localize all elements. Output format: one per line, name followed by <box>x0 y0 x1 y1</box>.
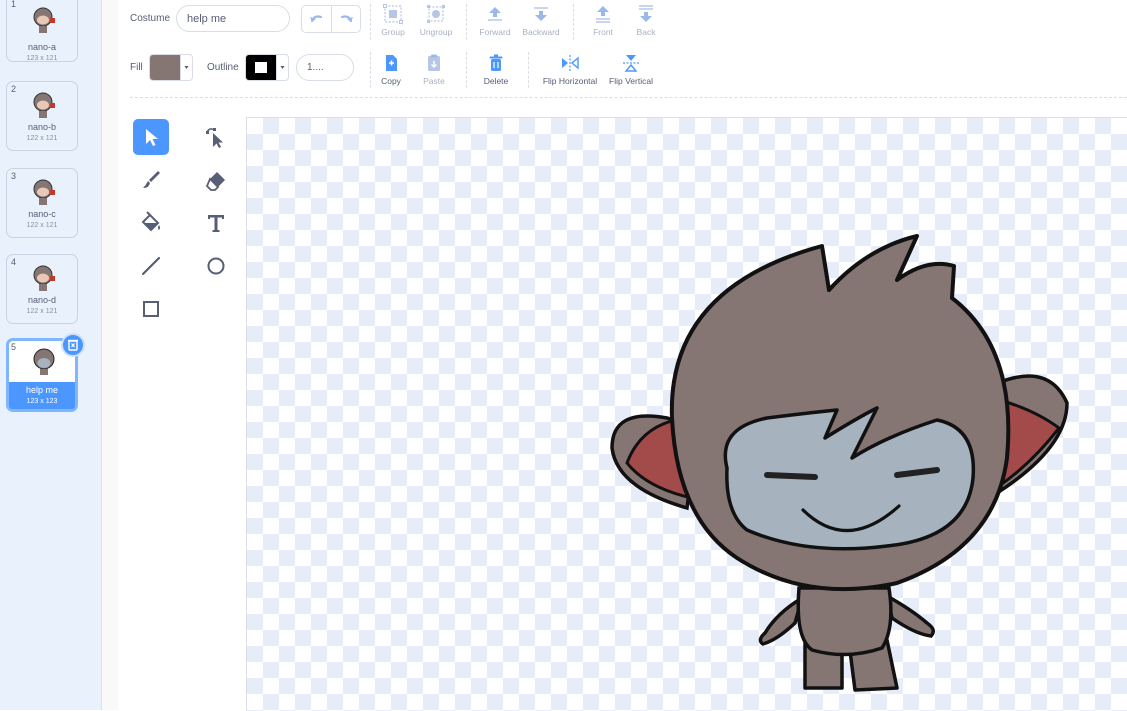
line-tool[interactable] <box>133 248 169 284</box>
costume-name: nano-d <box>27 295 57 305</box>
costume-name: nano-a <box>27 42 57 52</box>
costume-list: 1 nano-a 123 x 121 2 nano-b 122 x 121 3 … <box>0 0 101 710</box>
costume-thumbnail <box>33 265 55 291</box>
costume-thumbnail <box>33 92 55 118</box>
flip-vertical-label: Flip Vertical <box>609 76 653 86</box>
costume-name-input[interactable] <box>176 5 290 32</box>
arrow-up-icon <box>488 7 502 21</box>
costume-label: Costume <box>130 13 171 24</box>
costume-number: 5 <box>11 342 17 352</box>
brush-tool[interactable] <box>133 162 169 198</box>
costume-tile-2[interactable]: 2 nano-b 122 x 121 <box>6 81 78 151</box>
toolbar-divider-line <box>130 97 1127 98</box>
back-label: Back <box>636 27 656 37</box>
line-icon <box>141 256 161 276</box>
circle-tool[interactable] <box>198 248 234 284</box>
monkey-character-drawing[interactable] <box>607 228 1087 698</box>
panel-divider <box>101 0 118 710</box>
undo-button[interactable] <box>302 6 331 32</box>
reshape-cursor-icon <box>206 128 223 148</box>
delete-button[interactable]: Delete <box>468 52 524 86</box>
caret-down-icon <box>184 66 189 69</box>
ungroup-label: Ungroup <box>419 27 453 37</box>
redo-button[interactable] <box>332 6 361 32</box>
costume-tile-1[interactable]: 1 nano-a 123 x 121 <box>6 0 78 62</box>
flip-horizontal-button[interactable]: Flip Horizontal <box>537 52 603 86</box>
circle-icon <box>207 257 225 275</box>
rectangle-icon <box>143 301 159 317</box>
undo-redo-group <box>301 5 361 33</box>
costume-name: help me <box>25 385 59 395</box>
flip-vertical-button[interactable]: Flip Vertical <box>603 52 659 86</box>
costume-tile-4[interactable]: 4 nano-d 122 x 121 <box>6 254 78 324</box>
text-icon <box>208 215 224 232</box>
fill-dropdown-caret <box>180 55 192 80</box>
trash-icon <box>489 54 503 71</box>
eraser-tool[interactable] <box>198 162 234 198</box>
paste-label: Paste <box>423 76 445 86</box>
toolbar-divider <box>528 52 529 88</box>
costume-number: 3 <box>11 171 17 181</box>
costume-size: 122 x 121 <box>26 222 58 229</box>
fill-color-swatch <box>150 55 180 80</box>
costume-thumbnail <box>33 348 55 375</box>
costume-thumbnail <box>33 179 55 205</box>
rectangle-tool[interactable] <box>133 291 169 327</box>
redo-icon <box>340 15 353 23</box>
arrow-down-icon <box>534 7 548 21</box>
eraser-icon <box>205 172 225 191</box>
costume-size: 122 x 121 <box>26 308 58 315</box>
backward-label: Backward <box>522 27 560 37</box>
costume-thumbnail <box>33 7 55 33</box>
fill-tool[interactable] <box>133 205 169 241</box>
fill-color-picker[interactable] <box>149 54 193 81</box>
costume-size: 123 x 123 <box>26 398 58 405</box>
arrow-cursor-icon <box>146 129 158 146</box>
costume-size: 123 x 121 <box>26 55 58 62</box>
costume-name: nano-c <box>28 209 56 219</box>
bring-to-front-icon <box>596 6 610 23</box>
outline-dropdown-caret <box>276 55 288 80</box>
send-to-back-icon <box>639 5 653 22</box>
costume-name: nano-b <box>27 122 57 132</box>
brush-icon <box>143 171 160 188</box>
costume-number: 1 <box>11 0 17 9</box>
costume-size: 122 x 121 <box>26 135 58 142</box>
caret-down-icon <box>280 66 285 69</box>
fill-label: Fill <box>130 62 143 73</box>
outline-color-picker[interactable] <box>245 54 289 81</box>
toolbar-divider <box>573 4 574 40</box>
flip-horizontal-label: Flip Horizontal <box>542 76 598 86</box>
costume-number: 4 <box>11 257 17 267</box>
trash-icon <box>68 339 78 351</box>
backward-button[interactable]: Backward <box>513 3 569 37</box>
text-tool[interactable] <box>198 205 234 241</box>
paste-icon <box>428 54 440 71</box>
outline-color-hole <box>255 62 267 73</box>
ungroup-button[interactable]: Ungroup <box>408 3 464 37</box>
back-button[interactable]: Back <box>618 3 674 37</box>
costume-tile-3[interactable]: 3 nano-c 122 x 121 <box>6 168 78 238</box>
paint-bucket-icon <box>141 211 160 232</box>
ungroup-icon <box>427 5 445 23</box>
toolbar-divider <box>466 52 467 88</box>
reshape-tool[interactable] <box>198 119 234 155</box>
costume-number: 2 <box>11 84 17 94</box>
paint-canvas[interactable] <box>246 117 1127 711</box>
outline-color-swatch <box>246 55 276 80</box>
copy-icon <box>386 55 397 71</box>
flip-vertical-icon <box>623 55 639 72</box>
group-icon <box>383 4 403 24</box>
outline-width-input[interactable] <box>296 54 354 81</box>
undo-icon <box>310 15 323 23</box>
flip-horizontal-icon <box>562 55 579 71</box>
outline-label: Outline <box>207 62 239 73</box>
delete-costume-button[interactable] <box>61 333 85 357</box>
paste-button[interactable]: Paste <box>406 52 462 86</box>
select-tool[interactable] <box>133 119 169 155</box>
delete-label: Delete <box>483 76 509 86</box>
